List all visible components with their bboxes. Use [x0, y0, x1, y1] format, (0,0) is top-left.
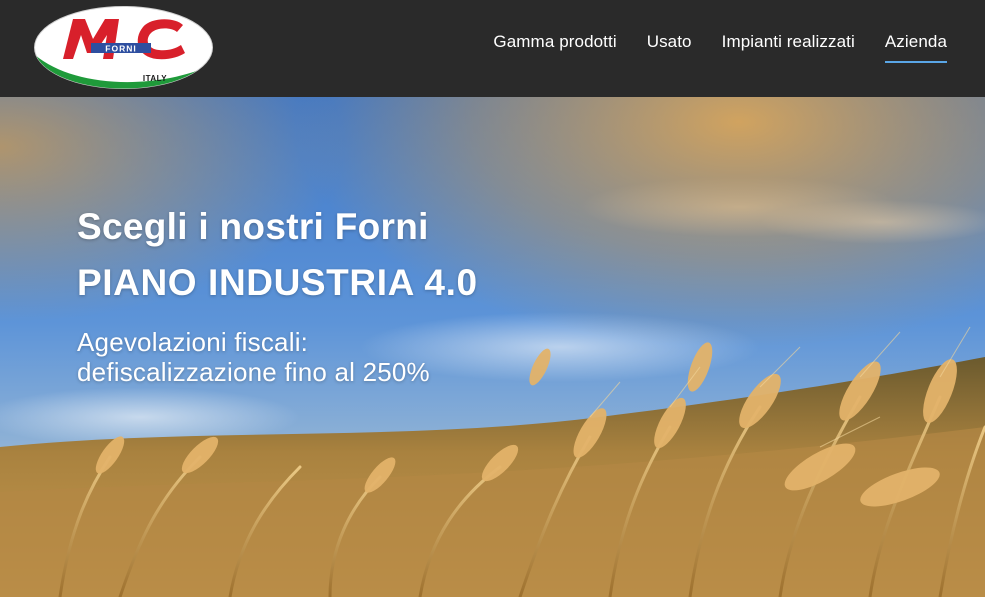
logo-graphic: FORNI ITALY [34, 6, 213, 89]
nav-item-azienda[interactable]: Azienda [884, 31, 948, 63]
main-navigation: Gamma prodotti Usato Impianti realizzati… [493, 31, 948, 65]
nav-item-gamma-prodotti[interactable]: Gamma prodotti [493, 31, 616, 63]
mc-forni-logo[interactable]: FORNI ITALY [33, 5, 214, 90]
logo-forni-text: FORNI [105, 43, 136, 53]
nav-item-impianti-realizzati[interactable]: Impianti realizzati [722, 31, 855, 63]
hero-tagline-line2: defiscalizzazione fino al 250% [77, 357, 430, 387]
logo-italy-text: ITALY [143, 74, 167, 83]
nav-item-usato[interactable]: Usato [647, 31, 692, 63]
hero-banner: Scegli i nostri Forni PIANO INDUSTRIA 4.… [0, 97, 985, 597]
hero-subheadline: PIANO INDUSTRIA 4.0 [77, 262, 478, 303]
hero-tagline-line1: Agevolazioni fiscali: [77, 327, 309, 357]
hero-headline: Scegli i nostri Forni [77, 206, 429, 247]
site-header: FORNI ITALY Gamma prodotti Usato Impiant… [0, 0, 985, 97]
